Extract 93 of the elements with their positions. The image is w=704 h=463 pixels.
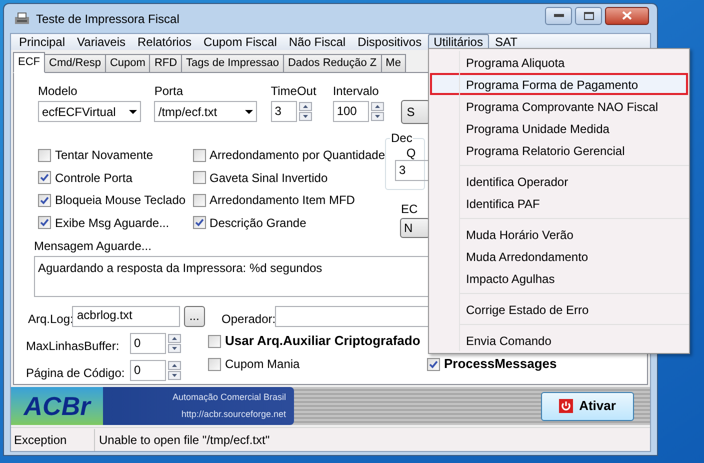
checkbox-label: Arredondamento por Quantidade [210,147,385,164]
menu-option[interactable]: Muda Horário Verão [460,223,688,245]
menu-item[interactable]: Principal [13,34,72,50]
menu-option[interactable]: Identifica Operador [460,170,688,192]
spin-buttons[interactable] [168,334,181,352]
menu-option[interactable]: Programa Aliquota [430,51,688,73]
field-label: Q [406,146,416,160]
field-label: MaxLinhasBuffer: [26,338,120,355]
menu-item[interactable]: Relatórios [132,34,198,50]
caret-icon [129,110,137,114]
field-label: Modelo [38,83,78,100]
menu-option[interactable]: Programa Unidade Medida [430,117,688,139]
checkbox[interactable] [38,171,51,184]
checkbox[interactable] [192,194,206,206]
status-text: Exception [11,428,95,450]
checkbox-label: Cupom Mania [225,356,300,373]
checkbox-label: Exibe Msg Aguarde... [55,214,170,232]
window-title: Teste de Impressora Fiscal [36,10,180,28]
checkbox-label: Arredondamento Item MFD [210,192,355,209]
maximize-icon [584,12,594,20]
tab[interactable]: ECF [13,52,45,73]
field-label: Página de Código: [26,365,126,382]
field-label: Intervalo [332,83,380,100]
menu-item[interactable]: SAT [488,34,524,50]
menu-option[interactable]: Programa Forma de Pagamento [430,73,688,95]
dropdown-field[interactable]: /tmp/ecf.txt [154,101,258,122]
checkbox[interactable] [38,194,51,206]
spin-buttons[interactable] [370,102,384,121]
checkbox[interactable] [38,216,51,229]
tab[interactable]: Cupom [104,54,150,73]
menu-option[interactable]: Envia Comando [460,329,688,351]
close-icon [622,11,632,20]
checkbox-label: Bloqueia Mouse Teclado [55,192,186,209]
close-button[interactable] [605,6,649,24]
field-label: Arq.Log: [28,311,72,328]
minimize-button[interactable] [545,6,572,24]
power-icon [559,399,574,413]
logo: ACBr [24,391,90,421]
tab[interactable]: RFD [149,54,182,73]
checkbox[interactable] [192,216,206,229]
menu-option[interactable]: Muda Arredondamento [460,245,688,267]
checkbox[interactable] [208,358,221,370]
checkbox-label: Usar Arq.Auxiliar Criptografado [225,332,420,350]
checkbox[interactable] [38,148,51,162]
spin-buttons[interactable] [168,360,181,380]
checkbox[interactable] [192,171,206,184]
checkbox-label: ProcessMessages [444,355,557,374]
menu-option[interactable]: Impacto Agulhas [460,267,688,289]
tab[interactable]: Dados Redução Z [282,54,382,73]
message-field[interactable]: Aguardando a resposta da Impressora: %d segundos [34,256,430,297]
tab[interactable]: Tags de Impressao [181,54,284,73]
printer-icon [14,12,30,26]
menu-item[interactable]: Cupom Fiscal [198,34,283,50]
maximize-button[interactable] [575,6,602,24]
checkbox[interactable] [427,358,440,370]
checkbox-label: Gaveta Sinal Invertido [210,170,328,186]
minimize-icon [554,14,564,18]
checkbox[interactable] [192,148,206,162]
activate-button[interactable]: Ativar [541,392,634,420]
menu-item[interactable]: Dispositivos [352,34,428,50]
menu-item[interactable]: Não Fiscal [282,34,352,50]
tagline: Automação Comercial Brasil [172,390,286,404]
field-label: Operador: [222,311,275,328]
browse-button[interactable]: ... [184,306,205,326]
number-field[interactable]: 0 [130,360,166,380]
dropdown-field[interactable]: ecfECFVirtual [38,101,141,122]
number-field[interactable]: 0 [130,332,166,354]
checkbox-label: Tentar Novamente [55,147,154,164]
url-link[interactable]: http://acbr.sourceforge.net [181,408,286,422]
caret-icon [245,110,254,114]
menu-option[interactable]: Corrige Estado de Erro [460,298,688,320]
checkbox[interactable] [208,334,221,348]
menu-option[interactable]: Identifica PAF [460,192,688,214]
spin-buttons[interactable] [298,102,312,121]
checkbox-label: Descrição Grande [210,214,306,232]
number-field[interactable]: 100 [332,101,369,122]
field-label: Mensagem Aguarde... [34,239,152,253]
checkbox-label: Controle Porta [55,170,132,186]
log-file-field[interactable]: acbrlog.txt [72,306,180,326]
menu-item[interactable]: Variaveis [71,34,132,50]
dropdown-button[interactable]: N [400,218,430,238]
field-label: Porta [154,83,184,100]
menu-option[interactable]: Programa Comprovante NAO Fiscal [430,95,688,117]
tab[interactable]: Me [380,54,406,73]
field-label: EC [401,201,419,218]
number-field[interactable]: 3 [270,101,297,122]
operator-field[interactable] [274,306,430,326]
status-text: Unable to open file "/tmp/ecf.txt" [98,432,271,448]
tab[interactable]: Cmd/Resp [44,54,106,73]
field-label: TimeOut [270,83,318,100]
group-title: Dec [390,131,414,145]
menu-option[interactable]: Programa Relatorio Gerencial [430,139,688,161]
partial-button[interactable]: S [400,100,430,124]
